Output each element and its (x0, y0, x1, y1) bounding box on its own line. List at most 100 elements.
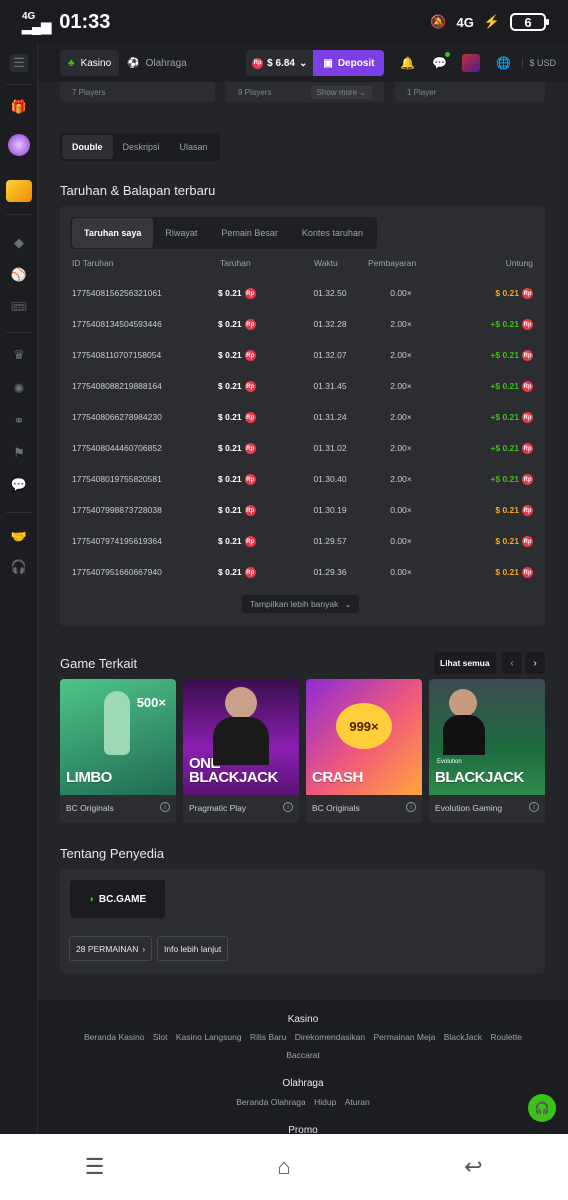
sponsorship-nav-icon[interactable]: 🤝 (10, 528, 28, 546)
footer-link[interactable]: Roulette (490, 1032, 522, 1042)
coin-icon: Rp (522, 288, 533, 300)
table-row[interactable]: 1775408110707158054 $ 0.21 Rp 01.32.07 2.00×… (60, 350, 545, 370)
globe-icon[interactable]: 🌐 (494, 54, 512, 72)
lottery-nav-icon[interactable]: 🎟 (10, 298, 28, 316)
game-card-blackjack[interactable]: Evolution BLACKJACK Evolution Gaming i (429, 679, 545, 823)
games-count-button[interactable]: 28 PERMAINAN › (69, 936, 153, 961)
avatar[interactable] (462, 54, 481, 72)
casino-tab[interactable]: ♣ Kasino (60, 50, 120, 76)
bet-time: 01.31.45 (313, 381, 347, 391)
info-icon[interactable]: i (529, 802, 539, 812)
status-bar: 4G ▂▄▆ 01:33 🔕 4G ⚡ 6 (0, 0, 568, 44)
tab-high-rollers[interactable]: Pemain Besar (209, 218, 290, 248)
bonus-nav-icon[interactable]: ✺ (10, 380, 28, 398)
tab-reviews[interactable]: Ulasan (170, 135, 218, 159)
table-row[interactable]: 1775407951660667940 $ 0.21 Rp 01.29.36 0.00×… (60, 567, 545, 587)
coin-icon: Rp (252, 57, 264, 69)
vip-nav-icon[interactable]: ♛ (10, 346, 28, 364)
wallet-balance[interactable]: Rp $ 6.84 ⌄ (246, 50, 314, 76)
gift-icon[interactable]: 🎁 (10, 98, 28, 116)
tab-description[interactable]: Deskripsi (113, 135, 170, 159)
footer-casino-links: Beranda Kasino Slot Kasino Langsung Rili… (78, 1028, 528, 1064)
tab-my-bets[interactable]: Taruhan saya (72, 218, 154, 248)
menu-icon[interactable]: ☰ (10, 54, 28, 72)
sports-nav-icon[interactable]: ⚾ (10, 266, 28, 284)
bet-payout: 2.00× (390, 350, 412, 360)
bc-logo-icon: ◗ (88, 893, 95, 905)
info-icon[interactable]: i (283, 802, 293, 812)
bet-amount: $ 0.21 Rp (218, 474, 256, 486)
table-row[interactable]: 1775408156256321061 $ 0.21 Rp 01.32.50 0.00×… (60, 288, 545, 308)
game-provider: Evolution Gaming (435, 803, 503, 813)
coin-icon: Rp (522, 443, 533, 455)
tab-double[interactable]: Double (62, 135, 113, 159)
table-row[interactable]: 1775408088219888164 $ 0.21 Rp 01.31.45 2.00×… (60, 381, 545, 401)
table-row[interactable]: 1775408044460706852 $ 0.21 Rp 01.31.02 2.00×… (60, 443, 545, 463)
footer-link[interactable]: Slot (153, 1032, 168, 1042)
bet-payout: 2.00× (390, 474, 412, 484)
table-row[interactable]: 1775408134504593446 $ 0.21 Rp 01.32.28 2.00×… (60, 319, 545, 339)
game-badge: 500× (136, 695, 166, 710)
footer-link[interactable]: Direkomendasikan (295, 1032, 365, 1042)
table-row[interactable]: 1775408066278984230 $ 0.21 Rp 01.31.24 2.00×… (60, 412, 545, 432)
chevron-right-icon: › (142, 943, 146, 954)
coin-icon: Rp (522, 412, 533, 424)
info-icon[interactable]: i (406, 802, 416, 812)
prev-arrow-icon[interactable]: ‹ (502, 652, 522, 674)
game-card-crash[interactable]: 999× CRASH BC Originals i (306, 679, 422, 823)
tab-bet-contest[interactable]: Kontes taruhan (290, 218, 375, 248)
bet-time: 01.32.50 (313, 288, 347, 298)
table-row[interactable]: 1775407998873728038 $ 0.21 Rp 01.30.19 0.00×… (60, 505, 545, 525)
game-provider: BC Originals (312, 803, 360, 813)
tab-history[interactable]: Riwayat (153, 218, 209, 248)
col-bet-id: ID Taruhan (72, 258, 114, 268)
footer-link[interactable]: Aturan (345, 1097, 370, 1107)
next-arrow-icon[interactable]: › (525, 652, 545, 674)
table-row[interactable]: 1775408019755820581 $ 0.21 Rp 01.30.40 2.00×… (60, 474, 545, 494)
spin-wheel-icon[interactable] (8, 134, 30, 156)
chat-bubble-icon[interactable]: 💬 (430, 52, 451, 72)
affiliate-nav-icon[interactable]: ⚭ (10, 412, 28, 430)
footer-link[interactable]: BlackJack (444, 1032, 482, 1042)
bet-amount: $ 0.21 Rp (218, 381, 256, 393)
bet-payout: 2.00× (390, 443, 412, 453)
see-all-button[interactable]: Lihat semua (434, 652, 496, 674)
coin-icon: Rp (522, 536, 533, 548)
info-icon[interactable]: i (160, 802, 170, 812)
footer-link[interactable]: Hidup (314, 1097, 336, 1107)
notification-bell-icon[interactable]: 🔔 (398, 54, 416, 72)
show-more-players-button[interactable]: Show more ⌄ (310, 85, 372, 99)
game-tabs: Double Deskripsi Ulasan (60, 133, 220, 161)
coin-icon: Rp (522, 381, 533, 393)
bet-profit: $ 0.21 Rp (495, 288, 533, 300)
footer-link[interactable]: Rilis Baru (250, 1032, 286, 1042)
forum-nav-icon[interactable]: ⚑ (10, 444, 28, 462)
more-info-button[interactable]: Info lebih lanjut (157, 936, 229, 961)
footer-link[interactable]: Beranda Kasino (84, 1032, 145, 1042)
footer-link[interactable]: Baccarat (286, 1050, 320, 1060)
deposit-button[interactable]: ▣ Deposit (313, 50, 385, 76)
support-headset-button[interactable]: 🎧 (528, 1094, 556, 1122)
support-nav-icon[interactable]: 🎧 (10, 558, 28, 576)
table-row[interactable]: 1775407974195619364 $ 0.21 Rp 01.29.57 0.00×… (60, 536, 545, 556)
bet-id: 1775408044460706852 (72, 443, 162, 453)
home-icon[interactable]: ⌂ (264, 1152, 304, 1182)
casino-nav-icon[interactable]: ◆ (10, 234, 28, 252)
footer-link[interactable]: Permainan Meja (373, 1032, 435, 1042)
game-badge: 999× (336, 703, 392, 749)
footer-link[interactable]: Beranda Olahraga (236, 1097, 305, 1107)
currency-selector[interactable]: $ USD (522, 58, 556, 68)
game-card-one-blackjack[interactable]: ONE BLACKJACK Pragmatic Play i (183, 679, 299, 823)
show-more-button[interactable]: Tampilkan lebih banyak ⌄ (242, 595, 360, 613)
dealer-body (213, 717, 269, 765)
chat-nav-icon[interactable]: 💬 (10, 476, 28, 494)
recent-apps-icon[interactable]: ☰ (75, 1152, 115, 1182)
bet-payout: 0.00× (390, 288, 412, 298)
back-icon[interactable]: ↩ (453, 1152, 493, 1182)
sports-tab[interactable]: ⚽ Olahraga (119, 50, 195, 76)
footer-link[interactable]: Kasino Langsung (176, 1032, 242, 1042)
game-card-limbo[interactable]: 500× LIMBO BC Originals i (60, 679, 176, 823)
treasure-icon[interactable] (6, 180, 32, 202)
provider-panel: ◗ BC.GAME 28 PERMAINAN › Info lebih lanjut (60, 869, 545, 973)
mute-notification-icon: 🔕 (430, 14, 447, 29)
